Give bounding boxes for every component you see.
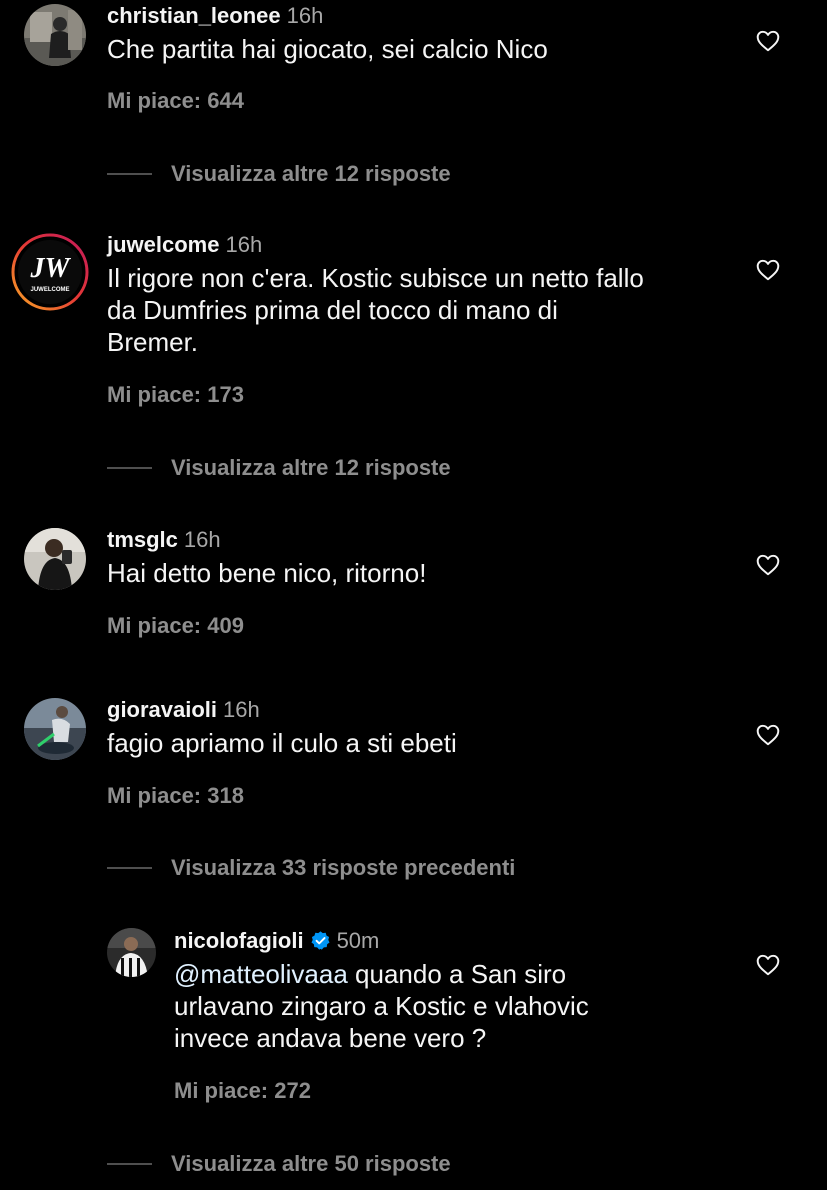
- svg-text:JUWELCOME: JUWELCOME: [31, 287, 70, 293]
- username[interactable]: juwelcome: [107, 232, 219, 257]
- divider-line: [107, 1163, 152, 1165]
- username[interactable]: nicolofagioli: [174, 928, 304, 953]
- like-heart-icon[interactable]: [755, 552, 781, 578]
- avatar[interactable]: [107, 928, 156, 977]
- username[interactable]: tmsglc: [107, 527, 178, 552]
- like-count[interactable]: Mi piace: 173: [107, 379, 244, 411]
- view-replies-label: Visualizza altre 12 risposte: [171, 161, 451, 186]
- avatar-photo: [24, 4, 86, 66]
- avatar[interactable]: [24, 698, 86, 760]
- like-count[interactable]: Mi piace: 318: [107, 780, 244, 812]
- like-count[interactable]: Mi piace: 644: [107, 85, 244, 117]
- view-replies-label: Visualizza altre 50 risposte: [171, 1151, 451, 1176]
- reply-text: @matteolivaaa quando a San siro urlavano…: [174, 958, 774, 1054]
- juwelcome-logo: JW JUWELCOME: [11, 233, 89, 311]
- divider-line: [107, 467, 152, 469]
- comment-text: Hai detto bene nico, ritorno!: [107, 558, 427, 588]
- comment-header: tmsglc 16h: [107, 524, 221, 556]
- avatar[interactable]: [24, 528, 86, 590]
- timestamp[interactable]: 16h: [225, 232, 262, 257]
- like-heart-icon[interactable]: [755, 28, 781, 54]
- verified-badge-icon: [311, 931, 330, 950]
- view-replies-button[interactable]: Visualizza altre 12 risposte: [107, 452, 451, 484]
- divider-line: [107, 173, 152, 175]
- comment-header: gioravaioli 16h: [107, 694, 260, 726]
- avatar-photo: [24, 528, 86, 590]
- timestamp[interactable]: 16h: [184, 527, 221, 552]
- mention-link[interactable]: @matteolivaaa: [174, 959, 348, 989]
- view-replies-button[interactable]: Visualizza altre 50 risposte: [107, 1148, 451, 1180]
- timestamp[interactable]: 50m: [337, 928, 380, 953]
- like-heart-icon[interactable]: [755, 257, 781, 283]
- like-count[interactable]: Mi piace: 272: [174, 1075, 311, 1107]
- timestamp[interactable]: 16h: [287, 3, 324, 28]
- avatar-photo: [24, 698, 86, 760]
- divider-line: [107, 867, 152, 869]
- view-replies-label: Visualizza altre 12 risposte: [171, 455, 451, 480]
- username[interactable]: christian_leonee: [107, 3, 281, 28]
- view-replies-button[interactable]: Visualizza altre 12 risposte: [107, 158, 451, 190]
- svg-text:JW: JW: [30, 253, 72, 284]
- reply-header: nicolofagioli 50m: [174, 925, 379, 957]
- timestamp[interactable]: 16h: [223, 697, 260, 722]
- like-heart-icon[interactable]: [755, 722, 781, 748]
- comment-header: juwelcome 16h: [107, 229, 262, 261]
- like-count[interactable]: Mi piace: 409: [107, 610, 244, 642]
- username[interactable]: gioravaioli: [107, 697, 217, 722]
- comment-header: christian_leonee 16h: [107, 0, 323, 32]
- avatar-photo: [107, 928, 156, 977]
- view-replies-label: Visualizza 33 risposte precedenti: [171, 855, 516, 880]
- like-heart-icon[interactable]: [755, 952, 781, 978]
- avatar[interactable]: JW JUWELCOME: [11, 233, 89, 311]
- view-previous-replies-button[interactable]: Visualizza 33 risposte precedenti: [107, 852, 515, 884]
- comment-text: Che partita hai giocato, sei calcio Nico: [107, 34, 548, 64]
- avatar[interactable]: [24, 4, 86, 66]
- comment-text: fagio apriamo il culo a sti ebeti: [107, 728, 457, 758]
- comment-text: Il rigore non c'era. Kostic subisce un n…: [107, 263, 644, 357]
